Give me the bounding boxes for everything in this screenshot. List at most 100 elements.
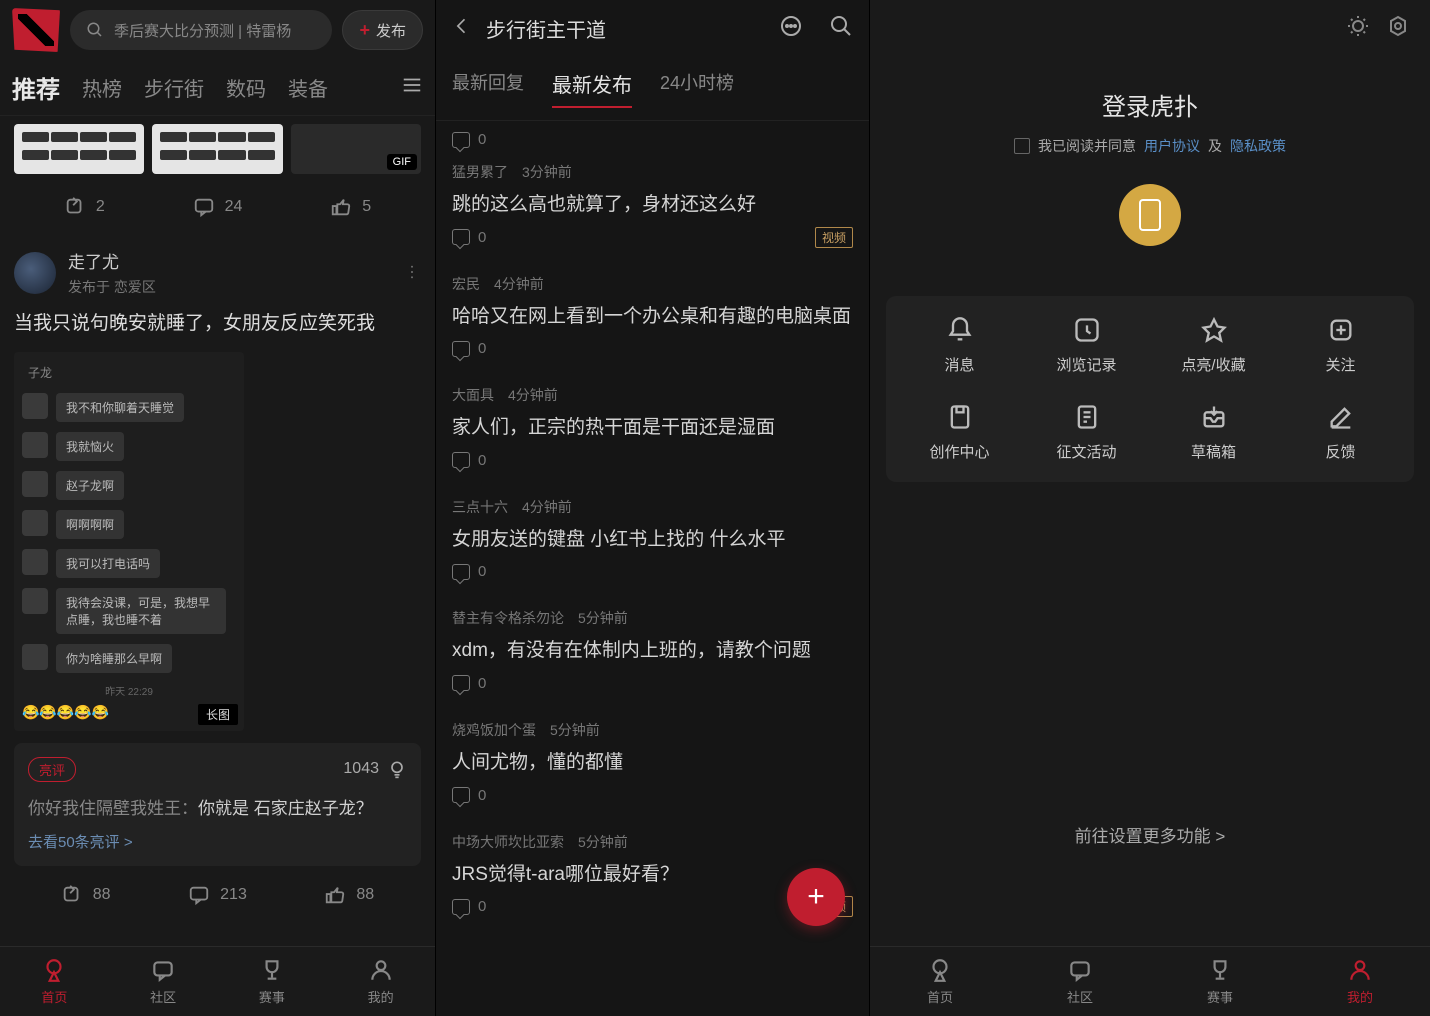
fab-new-post[interactable]: + <box>787 868 845 926</box>
mid-header: 步行街主干道 <box>436 0 869 57</box>
menu-icon[interactable] <box>401 74 423 101</box>
nav-community[interactable]: 社区 <box>1010 947 1150 1016</box>
tab-recommend[interactable]: 推荐 <box>12 70 60 105</box>
comment-button[interactable]: 213 <box>188 884 247 906</box>
grid-favorites[interactable]: 点亮/收藏 <box>1150 316 1277 375</box>
list-item[interactable]: 替主有令格杀勿论5分钟前 xdm，有没有在体制内上班的，请教个问题 0 <box>452 594 853 706</box>
post-title[interactable]: 当我只说句晚安就睡了，女朋友反应笑死我 <box>14 311 421 338</box>
nav-home[interactable]: 首页 <box>870 947 1010 1016</box>
nav-match[interactable]: 赛事 <box>1150 947 1290 1016</box>
app-logo[interactable] <box>12 8 60 52</box>
comment-icon <box>452 899 470 915</box>
list-item[interactable]: 宏民4分钟前 哈哈又在网上看到一个办公桌和有趣的电脑桌面 0 <box>452 260 853 372</box>
left-header: 季后赛大比分预测 | 特雷杨 + 发布 <box>0 0 435 60</box>
home-icon <box>927 957 953 983</box>
nav-match[interactable]: 赛事 <box>218 947 327 1016</box>
privacy-link[interactable]: 隐私政策 <box>1230 136 1286 156</box>
publish-label: 发布 <box>376 20 406 41</box>
quick-actions-grid: 消息 浏览记录 点亮/收藏 关注 创作中心 征文活动 草稿箱 反馈 <box>886 296 1414 482</box>
item-footer: 0 <box>452 675 853 692</box>
lightbulb-icon <box>387 759 407 779</box>
search-input[interactable]: 季后赛大比分预测 | 特雷杨 <box>70 10 332 50</box>
user-icon <box>368 957 394 983</box>
item-title: 哈哈又在网上看到一个办公桌和有趣的电脑桌面 <box>452 304 853 331</box>
chat-icon[interactable] <box>779 14 803 43</box>
comment-icon <box>452 675 470 691</box>
share-icon <box>61 884 83 906</box>
back-icon[interactable] <box>452 16 472 41</box>
phone-login-button[interactable] <box>1119 184 1181 246</box>
tab-hot[interactable]: 热榜 <box>82 73 122 102</box>
item-meta: 大面具4分钟前 <box>452 385 853 405</box>
agreement-row: 我已阅读并同意用户协议及隐私政策 <box>870 136 1430 156</box>
more-settings-link[interactable]: 前往设置更多功能 > <box>870 822 1430 847</box>
edit-icon <box>1327 403 1355 431</box>
like-icon <box>324 884 346 906</box>
thumbnail-1[interactable] <box>14 124 144 174</box>
username[interactable]: 走了尤 <box>68 248 156 273</box>
tab-gear[interactable]: 装备 <box>288 73 328 102</box>
nav-home[interactable]: 首页 <box>0 947 109 1016</box>
hot-comment-box[interactable]: 亮评 1043 你好我住隔壁我姓王：你就是 石家庄赵子龙？ 去看50条亮评 > <box>14 743 421 866</box>
item-footer: 0 <box>452 340 853 357</box>
nav-mine[interactable]: 我的 <box>326 947 435 1016</box>
grid-feedback[interactable]: 反馈 <box>1277 403 1404 462</box>
nav-mine[interactable]: 我的 <box>1290 947 1430 1016</box>
grid-drafts[interactable]: 草稿箱 <box>1150 403 1277 462</box>
like-icon <box>330 196 352 218</box>
item-title: 人间尤物，懂的都懂 <box>452 750 853 777</box>
tab-street[interactable]: 步行街 <box>144 73 204 102</box>
feed-post: 走了尤 发布于 恋爱区 ⋯ 当我只说句晚安就睡了，女朋友反应笑死我 子龙 我不和… <box>0 232 435 922</box>
grid-essay[interactable]: 征文活动 <box>1023 403 1150 462</box>
comment-text: 你好我住隔壁我姓王：你就是 石家庄赵子龙？ <box>28 794 407 819</box>
share-button[interactable]: 2 <box>64 196 105 218</box>
search-icon[interactable] <box>829 14 853 43</box>
list-item[interactable]: 猛男累了3分钟前 跳的这么高也就算了，身材还这么好 0 视频 <box>452 148 853 260</box>
right-panel: 登录虎扑 我已阅读并同意用户协议及隐私政策 消息 浏览记录 点亮/收藏 关注 创… <box>870 0 1430 1016</box>
grid-history[interactable]: 浏览记录 <box>1023 316 1150 375</box>
trophy-icon <box>259 957 285 983</box>
item-title: 家人们，正宗的热干面是干面还是湿面 <box>452 415 853 442</box>
grid-follow[interactable]: 关注 <box>1277 316 1404 375</box>
publish-button[interactable]: + 发布 <box>342 10 423 50</box>
grid-messages[interactable]: 消息 <box>896 316 1023 375</box>
comment-icon <box>188 884 210 906</box>
home-icon <box>41 957 67 983</box>
item-title: 女朋友送的键盘 小红书上找的 什么水平 <box>452 527 853 554</box>
see-more-comments[interactable]: 去看50条亮评 > <box>28 831 407 852</box>
list-item[interactable]: 烧鸡饭加个蛋5分钟前 人间尤物，懂的都懂 0 <box>452 706 853 818</box>
theme-icon[interactable] <box>1346 14 1370 43</box>
thumbnail-2[interactable] <box>152 124 282 174</box>
bottom-nav-left: 首页 社区 赛事 我的 <box>0 946 435 1016</box>
thumbnail-3[interactable]: GIF <box>291 124 421 174</box>
user-icon <box>1347 957 1373 983</box>
tab-latest-post[interactable]: 最新发布 <box>552 69 632 108</box>
tab-digital[interactable]: 数码 <box>226 73 266 102</box>
tab-latest-reply[interactable]: 最新回复 <box>452 69 524 108</box>
agreement-checkbox[interactable] <box>1014 138 1030 154</box>
post-image[interactable]: 子龙 我不和你聊着天睡觉 我就恼火 赵子龙啊 啊啊啊啊 我可以打电话吗 我待会没… <box>14 352 244 731</box>
community-icon <box>150 957 176 983</box>
trophy-icon <box>1207 957 1233 983</box>
list-item[interactable]: 大面具4分钟前 家人们，正宗的热干面是干面还是湿面 0 <box>452 371 853 483</box>
share-button[interactable]: 88 <box>61 884 111 906</box>
long-image-badge: 长图 <box>198 704 238 725</box>
engagement-row-1: 2 24 5 <box>0 182 435 232</box>
settings-icon[interactable] <box>1386 14 1410 43</box>
nav-community[interactable]: 社区 <box>109 947 218 1016</box>
like-button[interactable]: 5 <box>330 196 371 218</box>
grid-creator[interactable]: 创作中心 <box>896 403 1023 462</box>
avatar[interactable] <box>14 252 56 294</box>
tab-24h[interactable]: 24小时榜 <box>660 69 734 108</box>
star-icon <box>1200 316 1228 344</box>
list-item[interactable]: 三点十六4分钟前 女朋友送的键盘 小红书上找的 什么水平 0 <box>452 483 853 595</box>
middle-panel: 步行街主干道 最新回复 最新发布 24小时榜 0 猛男累了3分钟前 跳的这么高也… <box>435 0 870 1016</box>
more-icon[interactable]: ⋯ <box>402 264 422 282</box>
comment-button[interactable]: 24 <box>193 196 243 218</box>
engagement-row-2: 88 213 88 <box>14 866 421 906</box>
light-count[interactable]: 1043 <box>343 759 407 779</box>
mid-title: 步行街主干道 <box>486 14 753 43</box>
user-agreement-link[interactable]: 用户协议 <box>1144 136 1200 156</box>
category-tabs: 推荐 热榜 步行街 数码 装备 <box>0 60 435 116</box>
like-button[interactable]: 88 <box>324 884 374 906</box>
